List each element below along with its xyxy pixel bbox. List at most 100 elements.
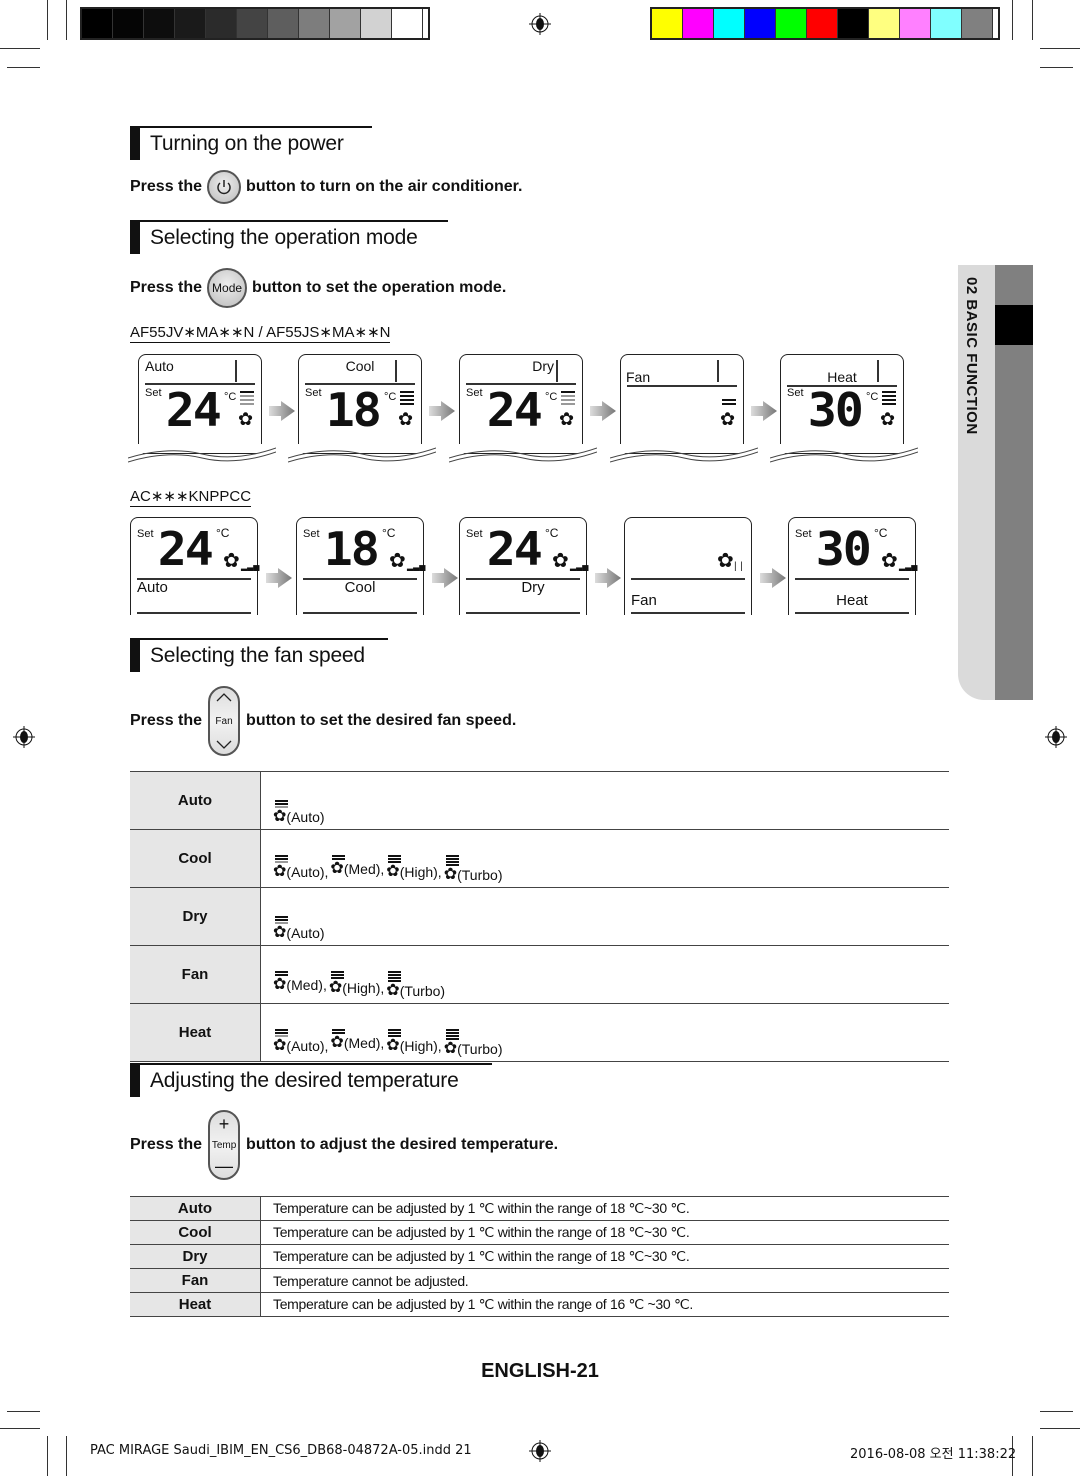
fan-table-row: Dry ✿ (Auto) xyxy=(130,887,949,946)
color-swatch xyxy=(144,9,175,38)
crop-mark xyxy=(1032,0,1033,40)
fan-table-mode: Fan xyxy=(130,945,261,1004)
fan-speed-bars-icon xyxy=(561,391,575,405)
lcd-display: Auto Set 24 °C ✿ xyxy=(138,354,262,454)
fan-speed-label: (Med), xyxy=(343,1035,385,1051)
fan-icon: ✿ xyxy=(386,863,400,880)
lcd-temperature: 30 xyxy=(807,383,864,437)
crop-mark xyxy=(1040,48,1080,49)
fan-icon: ✿ xyxy=(386,982,400,999)
lcd-set-label: Set xyxy=(787,387,804,399)
fan-button[interactable]: Fan xyxy=(208,686,241,756)
fan-icon: ✿ xyxy=(330,1034,344,1051)
lcd-degree: °C xyxy=(866,391,879,403)
color-swatch xyxy=(900,9,931,38)
color-swatch xyxy=(330,9,361,38)
crop-mark xyxy=(0,1428,40,1429)
crop-mark xyxy=(47,1436,48,1476)
grayscale-calibration-bar xyxy=(80,7,430,40)
crop-mark xyxy=(1032,1436,1033,1476)
power-instruction-text: button to turn on the air conditioner. xyxy=(246,178,523,195)
fan-speed-line: ✿ (Med), xyxy=(330,860,385,878)
fan-table-mode: Dry xyxy=(130,887,261,946)
power-instruction: Press the button to turn on the air cond… xyxy=(130,170,522,204)
temp-table-mode: Cool xyxy=(130,1220,261,1245)
fan-speed-option: ✿ (Med), xyxy=(330,1029,384,1051)
lcd-mode-label: Cool xyxy=(345,358,375,374)
temp-button[interactable]: + Temp — xyxy=(208,1110,241,1180)
lcd-temperature: 24 xyxy=(486,383,543,437)
lcd-temperature: 18 xyxy=(325,383,382,437)
fan-icon: ✿ xyxy=(443,1040,458,1057)
color-swatch xyxy=(714,9,745,38)
registration-mark-icon xyxy=(529,13,551,35)
lcd-mode-label: Cool xyxy=(344,579,376,596)
crop-mark xyxy=(1040,67,1073,68)
fan-icon: ✿ xyxy=(443,866,458,883)
press-the-text: Press the xyxy=(130,178,203,195)
fan-speed-option: ✿ (Turbo) xyxy=(444,1029,503,1057)
fan-speed-label: (Med), xyxy=(343,861,385,877)
fan-instruction: Press the Fan button to set the desired … xyxy=(130,686,516,756)
fan-speed-option: ✿ (Turbo) xyxy=(444,855,503,883)
fan-speed-option: ✿ (High), xyxy=(329,971,384,996)
fan-table-speeds: ✿ (Auto), ✿ (Med), ✿ (High), ✿ (Turbo) xyxy=(260,1003,949,1062)
fan-speed-label: (High), xyxy=(399,864,442,880)
chevron-up-icon xyxy=(216,693,232,702)
temp-table-description: Temperature cannot be adjusted. xyxy=(260,1268,949,1293)
title-bar xyxy=(130,1063,140,1097)
fan-table-mode: Cool xyxy=(130,829,261,888)
crop-mark xyxy=(47,0,48,40)
fan-speed-line: ✿ (Med), xyxy=(273,977,327,994)
fan-speed-label: (High), xyxy=(399,1038,442,1054)
fan-icon: ✿ xyxy=(881,550,898,572)
title-rule xyxy=(140,220,448,222)
fan-speed-line: ✿ (Auto), xyxy=(273,863,328,881)
lcd-set-label: Set xyxy=(466,528,483,540)
power-button[interactable] xyxy=(207,170,242,204)
mode-title: Selecting the operation mode xyxy=(150,226,418,249)
press-the-text: Press the xyxy=(130,712,203,729)
fan-icon: ✿ xyxy=(330,860,344,877)
fan-icon: ✿ xyxy=(720,409,736,429)
fan-speed-bars-icon xyxy=(445,1029,459,1040)
color-swatch xyxy=(807,9,838,38)
cut-wave-decoration xyxy=(770,444,918,463)
lcd-divider xyxy=(717,360,719,382)
lcd-display: Heat Set 30 °C ✿ xyxy=(780,354,904,454)
plus-icon: + xyxy=(218,1114,230,1134)
next-arrow-icon xyxy=(590,401,616,421)
fan-speed-label: (Turbo) xyxy=(457,867,503,883)
mode-instruction-text: button to set the operation mode. xyxy=(252,279,507,296)
footer-timestamp: 2016-08-08 오전 11:38:22 xyxy=(850,1447,1017,1462)
mode-button[interactable]: Mode xyxy=(207,268,248,308)
fan-speed-table: Auto ✿ (Auto) Cool ✿ (Auto), ✿ (Med), ✿ (High), ✿(… xyxy=(130,771,949,1062)
color-swatch xyxy=(776,9,807,38)
fan-icon: ✿ xyxy=(273,863,287,880)
chevron-down-icon xyxy=(216,740,232,749)
lcd-display: Cool Set 18 °C ✿ xyxy=(298,354,422,454)
color-swatch xyxy=(931,9,962,38)
temp-table-row: Heat Temperature can be adjusted by 1 ℃ w… xyxy=(130,1292,949,1317)
next-arrow-icon xyxy=(595,568,621,588)
lcd-set-label: Set xyxy=(305,387,322,399)
fan-icon: ✿ xyxy=(389,550,406,572)
fan-icon: ✿ xyxy=(223,550,240,572)
footer-filename: PAC MIRAGE Saudi_IBIM_EN_CS6_DB68-04872A… xyxy=(90,1443,472,1458)
color-swatch xyxy=(962,9,993,38)
lcd-divider xyxy=(137,612,251,614)
fan-speed-line: ✿ (Auto), xyxy=(273,1037,328,1055)
lcd-divider xyxy=(795,578,909,580)
temp-table-mode: Fan xyxy=(130,1268,261,1293)
next-arrow-icon xyxy=(269,401,295,421)
crop-mark xyxy=(7,1411,40,1412)
lcd-set-label: Set xyxy=(303,528,320,540)
power-title: Turning on the power xyxy=(150,132,344,155)
fan-icon: ✿ xyxy=(273,1037,287,1054)
temp-button-label: Temp xyxy=(211,1139,237,1151)
fan-table-row: Fan ✿ (Med), ✿ (High), ✿ (Turbo) xyxy=(130,945,949,1004)
lcd-mode-label: Dry xyxy=(521,579,545,596)
color-swatch xyxy=(299,9,330,38)
lcd-mode-label: Fan xyxy=(626,369,651,385)
lcd-degree: °C xyxy=(224,391,237,403)
